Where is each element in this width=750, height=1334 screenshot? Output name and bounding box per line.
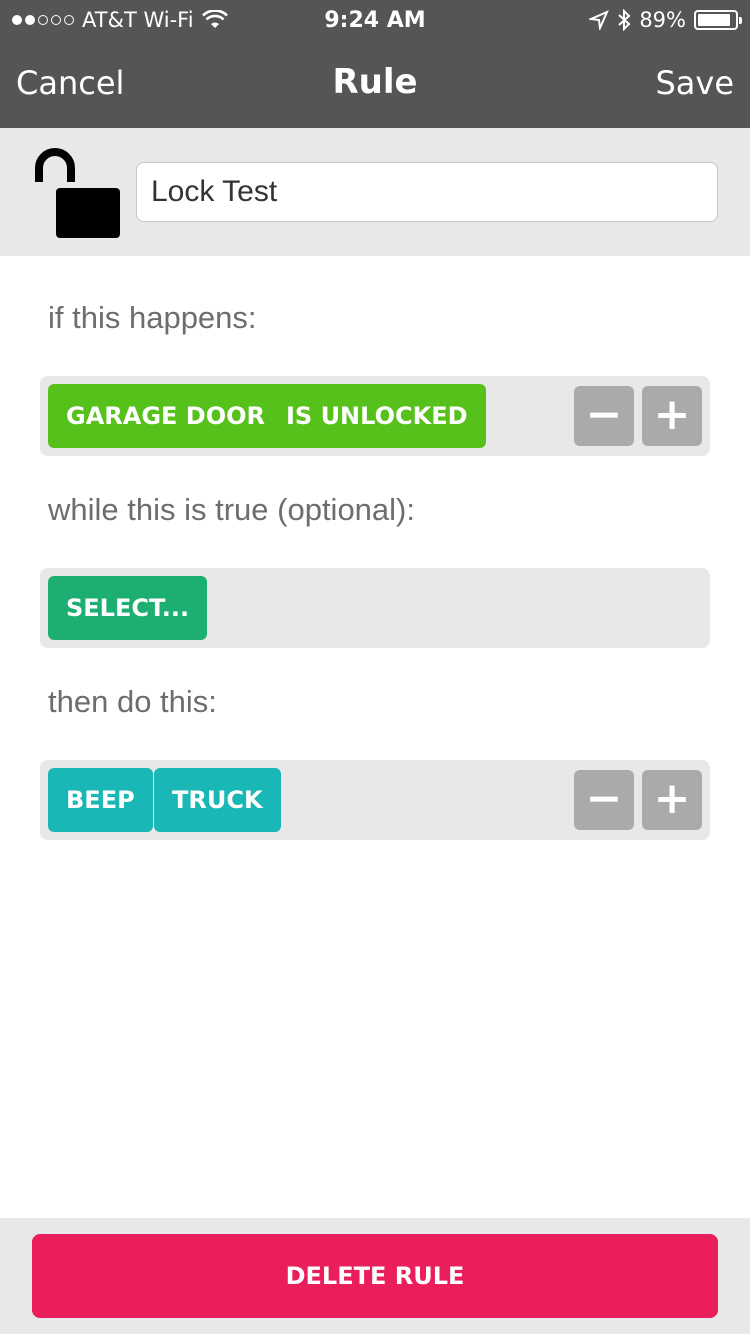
action-row: BEEP TRUCK − + <box>40 760 710 840</box>
trigger-state-chip[interactable]: IS UNLOCKED <box>268 384 486 448</box>
location-arrow-icon <box>589 10 610 30</box>
page-title: Rule <box>332 62 418 102</box>
delete-rule-button[interactable]: DELETE RULE <box>32 1234 718 1318</box>
top-bar: AT&T Wi-Fi 9:24 AM 89% Cancel Rule Save <box>0 0 750 128</box>
status-right: 89% <box>589 8 742 32</box>
rule-name-input[interactable] <box>136 162 718 222</box>
condition-section-label: while this is true (optional): <box>48 492 415 527</box>
unlocked-padlock-icon <box>35 148 120 238</box>
trigger-section-label: if this happens: <box>48 300 257 335</box>
save-button[interactable]: Save <box>655 64 734 102</box>
trigger-remove-button[interactable]: − <box>574 386 634 446</box>
rule-header <box>0 128 750 256</box>
trigger-row: GARAGE DOOR IS UNLOCKED − + <box>40 376 710 456</box>
condition-row: SELECT... <box>40 568 710 648</box>
action-target-chip[interactable]: TRUCK <box>154 768 281 832</box>
battery-nub <box>739 17 742 24</box>
status-bar: AT&T Wi-Fi 9:24 AM 89% <box>0 0 750 40</box>
navigation-bar: Cancel Rule Save <box>0 40 750 128</box>
trigger-device-chip[interactable]: GARAGE DOOR <box>48 384 283 448</box>
action-add-button[interactable]: + <box>642 770 702 830</box>
trigger-add-button[interactable]: + <box>642 386 702 446</box>
action-remove-button[interactable]: − <box>574 770 634 830</box>
footer: DELETE RULE <box>0 1218 750 1334</box>
battery-fill <box>698 14 730 26</box>
battery-icon <box>694 10 742 30</box>
condition-select-chip[interactable]: SELECT... <box>48 576 208 640</box>
battery-percent: 89% <box>639 8 686 32</box>
action-type-chip[interactable]: BEEP <box>48 768 153 832</box>
action-section-label: then do this: <box>48 684 217 719</box>
bluetooth-icon <box>618 9 631 31</box>
